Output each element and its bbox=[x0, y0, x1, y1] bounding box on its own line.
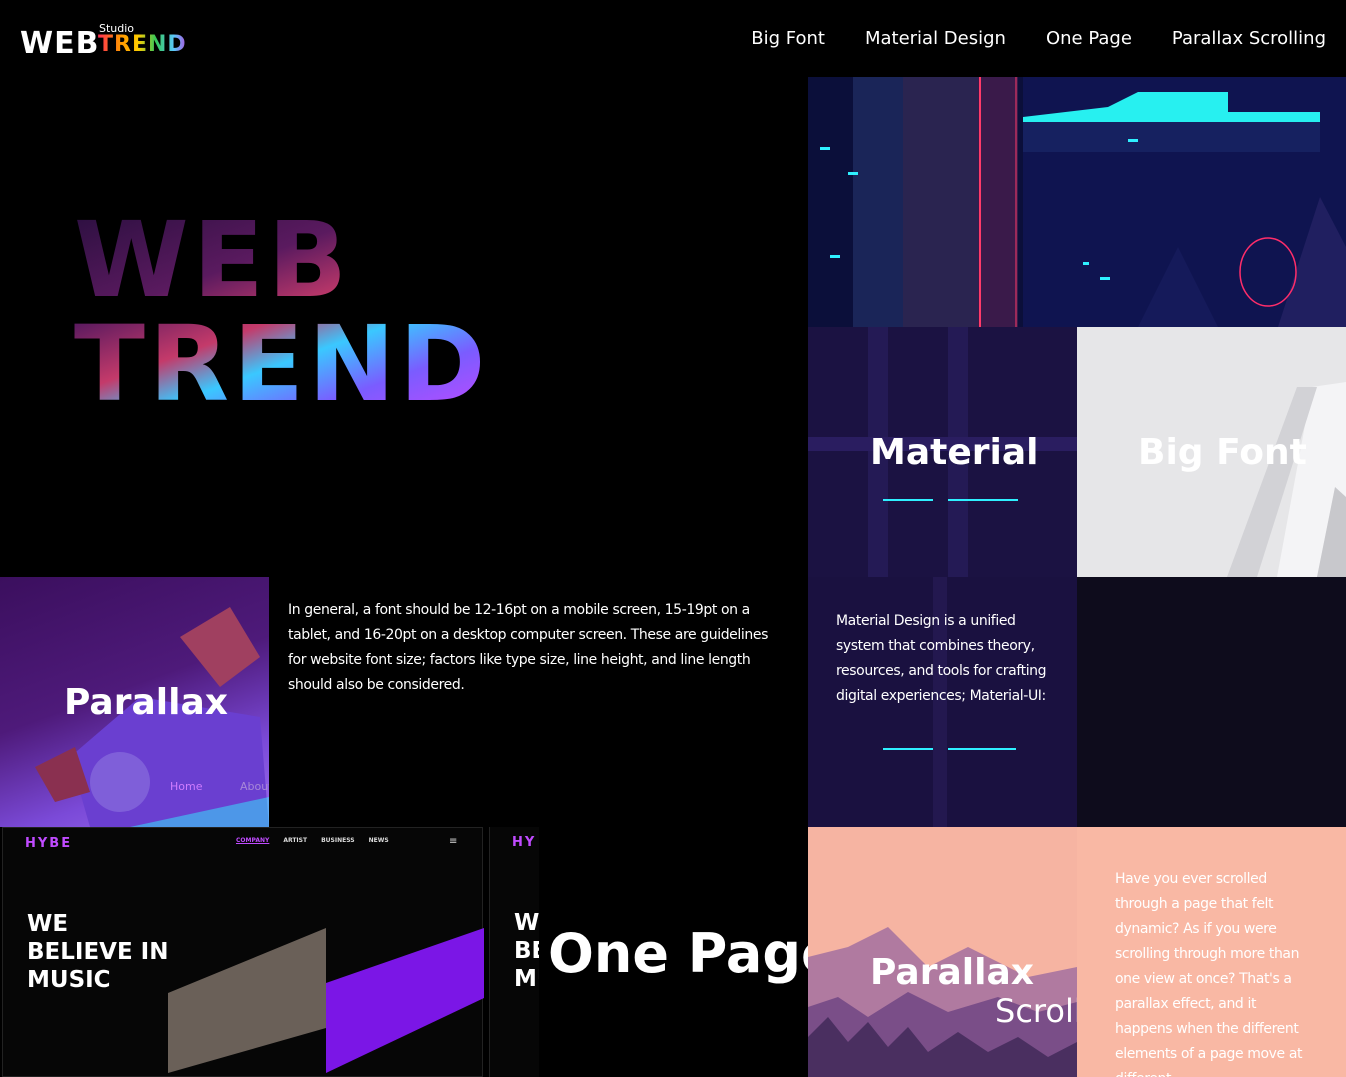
tile-material-graphic[interactable] bbox=[808, 77, 1346, 327]
tile-parallax[interactable]: Parallax Home About bbox=[0, 577, 269, 827]
font-guideline-text: In general, a font should be 12-16pt on … bbox=[288, 602, 768, 693]
hybe-headline-partial: W BE MU bbox=[514, 910, 539, 992]
hero-title: WEB TREND bbox=[74, 208, 774, 416]
parallax-scroll-label: Parallax bbox=[870, 952, 1034, 993]
material-label: Material bbox=[870, 432, 1039, 473]
hybe-screenshot[interactable]: HYBE COMPANY ARTIST BUSINESS NEWS ≡ WE B… bbox=[2, 827, 484, 1077]
logo-web: WEB bbox=[20, 26, 100, 61]
tile-big-font[interactable]: Big Font bbox=[1077, 327, 1346, 577]
header: WEB Studio TREND Big Font Material Desig… bbox=[0, 0, 1346, 77]
hybe-graphic bbox=[168, 928, 484, 1073]
nav-one-page[interactable]: One Page bbox=[1046, 28, 1132, 49]
tile-material-description: Material Design is a unified system that… bbox=[808, 577, 1077, 827]
main-nav: Big Font Material Design One Page Parall… bbox=[751, 28, 1326, 49]
logo-trend: TREND bbox=[98, 32, 187, 57]
nav-material-design[interactable]: Material Design bbox=[865, 28, 1006, 49]
big-font-label: Big Font bbox=[1138, 432, 1307, 473]
parallax-nav-home[interactable]: Home bbox=[170, 780, 202, 793]
tile-parallax-scrolling[interactable]: Parallax Scroll bbox=[808, 827, 1077, 1077]
parallax-description: Have you ever scrolled through a page th… bbox=[1115, 871, 1303, 1077]
parallax-label: Parallax bbox=[64, 682, 228, 723]
tile-dark bbox=[1077, 577, 1346, 827]
hybe-screenshot-partial[interactable]: HY W BE MU bbox=[489, 827, 539, 1077]
nav-parallax-scrolling[interactable]: Parallax Scrolling bbox=[1172, 28, 1326, 49]
tile-parallax-description: Have you ever scrolled through a page th… bbox=[1077, 827, 1346, 1077]
hybe-logo-partial: HY bbox=[512, 835, 537, 850]
one-page-label[interactable]: One Page bbox=[548, 922, 838, 985]
parallax-nav-about[interactable]: About bbox=[240, 780, 269, 793]
material-graphic bbox=[808, 77, 1346, 327]
material-description: Material Design is a unified system that… bbox=[836, 613, 1047, 704]
nav-big-font[interactable]: Big Font bbox=[751, 28, 825, 49]
tile-material[interactable]: Material bbox=[808, 327, 1077, 577]
parallax-scroll-sub: Scroll bbox=[995, 992, 1077, 1030]
